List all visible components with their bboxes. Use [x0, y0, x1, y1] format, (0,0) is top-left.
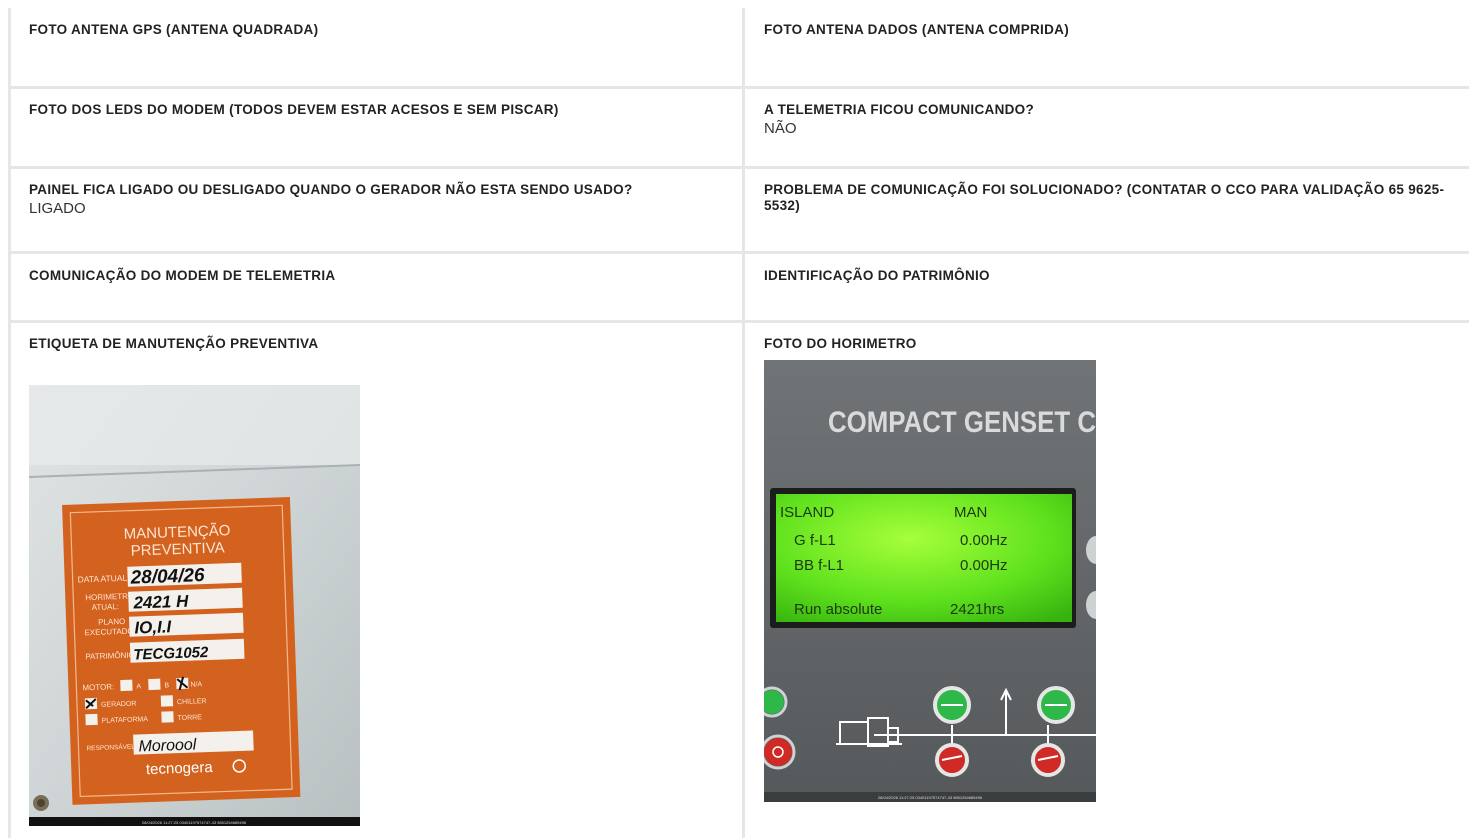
- maintenance-label-photo[interactable]: 28/04/2026 11:27:25 03401197574747-43 98…: [29, 385, 360, 826]
- grid-line-row3: [8, 251, 1469, 254]
- lcd-row3-left: BB f-L1: [794, 557, 844, 574]
- sticker-hourmeter-value: 2421 H: [132, 592, 189, 613]
- field-label: FOTO DO HORIMETRO: [764, 336, 917, 351]
- field-data-antenna: FOTO ANTENA DADOS (ANTENA COMPRIDA): [764, 22, 1454, 38]
- sticker-plan-label-1: PLANO: [98, 617, 125, 627]
- hour-meter-timestamp: 28/04/2026 11:27:25 03401197574747-43 98…: [878, 795, 983, 800]
- grid-line-row4: [8, 320, 1469, 323]
- sticker-opt-a: A: [136, 683, 141, 690]
- sticker-brand: tecnogera: [146, 759, 214, 778]
- field-label: ETIQUETA DE MANUTENÇÃO PREVENTIVA: [29, 336, 319, 351]
- field-communication-solved: PROBLEMA DE COMUNICAÇÃO FOI SOLUCIONADO?…: [764, 182, 1454, 214]
- lcd-row1-left: ISLAND: [780, 504, 834, 521]
- sticker-plan-value: IO,I.I: [134, 617, 173, 637]
- field-modem-communication: COMUNICAÇÃO DO MODEM DE TELEMETRIA: [29, 268, 719, 284]
- lcd-row4-right: 2421hrs: [950, 601, 1004, 618]
- panel-title: COMPACT GENSET C: [828, 406, 1096, 439]
- field-value: LIGADO: [29, 200, 86, 217]
- grid-line-row1: [8, 86, 1469, 89]
- grid-line-row2: [8, 166, 1469, 169]
- maintenance-label-image: 28/04/2026 11:27:25 03401197574747-43 98…: [29, 385, 360, 826]
- hour-meter-photo[interactable]: COMPACT GENSET C ISLAND MAN G f-L1 0.00H…: [764, 360, 1096, 802]
- sticker-responsible-value: Moroool: [138, 736, 197, 755]
- sticker-title-2: PREVENTIVA: [130, 539, 224, 559]
- field-label: PROBLEMA DE COMUNICAÇÃO FOI SOLUCIONADO?…: [764, 182, 1445, 213]
- grid-line-left: [8, 8, 11, 838]
- field-label: A TELEMETRIA FICOU COMUNICANDO?: [764, 102, 1035, 117]
- field-panel-power: PAINEL FICA LIGADO OU DESLIGADO QUANDO O…: [29, 182, 719, 217]
- sticker-date-label: DATA ATUAL:: [77, 573, 129, 585]
- field-label: IDENTIFICAÇÃO DO PATRIMÔNIO: [764, 268, 990, 283]
- lcd-row3-right: 0.00Hz: [960, 557, 1008, 574]
- lcd-row1-right: MAN: [954, 504, 987, 521]
- sticker-hourmeter-label-2: ATUAL:: [91, 602, 119, 612]
- sticker-plan-label-2: EXECUTADO:: [84, 626, 136, 637]
- sticker-asset-label: PATRIMÔNIO:: [85, 650, 137, 661]
- field-label: FOTO ANTENA DADOS (ANTENA COMPRIDA): [764, 22, 1069, 37]
- field-telemetry-communicating: A TELEMETRIA FICOU COMUNICANDO? NÃO: [764, 102, 1454, 137]
- hour-meter-image: COMPACT GENSET C ISLAND MAN G f-L1 0.00H…: [764, 360, 1096, 802]
- sticker-date-value: 28/04/26: [129, 565, 205, 589]
- lcd-row2-right: 0.00Hz: [960, 532, 1008, 549]
- field-label: PAINEL FICA LIGADO OU DESLIGADO QUANDO O…: [29, 182, 633, 197]
- field-asset-identification: IDENTIFICAÇÃO DO PATRIMÔNIO: [764, 268, 1454, 284]
- grid-line-center: [742, 8, 745, 838]
- sticker-opt-b: B: [164, 682, 169, 689]
- sticker-hourmeter-label-1: HORIMETRO: [85, 592, 134, 603]
- sticker-opt-na: N/A: [190, 681, 202, 688]
- sticker-opt-torre: TORRE: [177, 714, 202, 722]
- sticker-motor-label: MOTOR:: [82, 682, 114, 692]
- field-value: NÃO: [764, 120, 797, 137]
- lcd-row2-left: G f-L1: [794, 532, 836, 549]
- field-hour-meter: FOTO DO HORIMETRO: [764, 336, 1454, 352]
- field-label: COMUNICAÇÃO DO MODEM DE TELEMETRIA: [29, 268, 336, 283]
- field-label: FOTO ANTENA GPS (ANTENA QUADRADA): [29, 22, 319, 37]
- field-label: FOTO DOS LEDS DO MODEM (TODOS DEVEM ESTA…: [29, 102, 559, 117]
- label-photo-timestamp: 28/04/2026 11:27:25 03401197574747-43 98…: [142, 820, 247, 825]
- field-modem-leds: FOTO DOS LEDS DO MODEM (TODOS DEVEM ESTA…: [29, 102, 719, 118]
- sticker-opt-gerador: GERADOR: [101, 701, 137, 709]
- sticker-asset-value: TECG1052: [133, 644, 209, 664]
- field-gps-antenna: FOTO ANTENA GPS (ANTENA QUADRADA): [29, 22, 719, 38]
- field-maintenance-label: ETIQUETA DE MANUTENÇÃO PREVENTIVA: [29, 336, 719, 352]
- sticker-opt-chiller: CHILLER: [177, 698, 207, 706]
- lcd-row4-left: Run absolute: [794, 601, 882, 618]
- form-report-grid: FOTO ANTENA GPS (ANTENA QUADRADA) FOTO A…: [0, 0, 1469, 838]
